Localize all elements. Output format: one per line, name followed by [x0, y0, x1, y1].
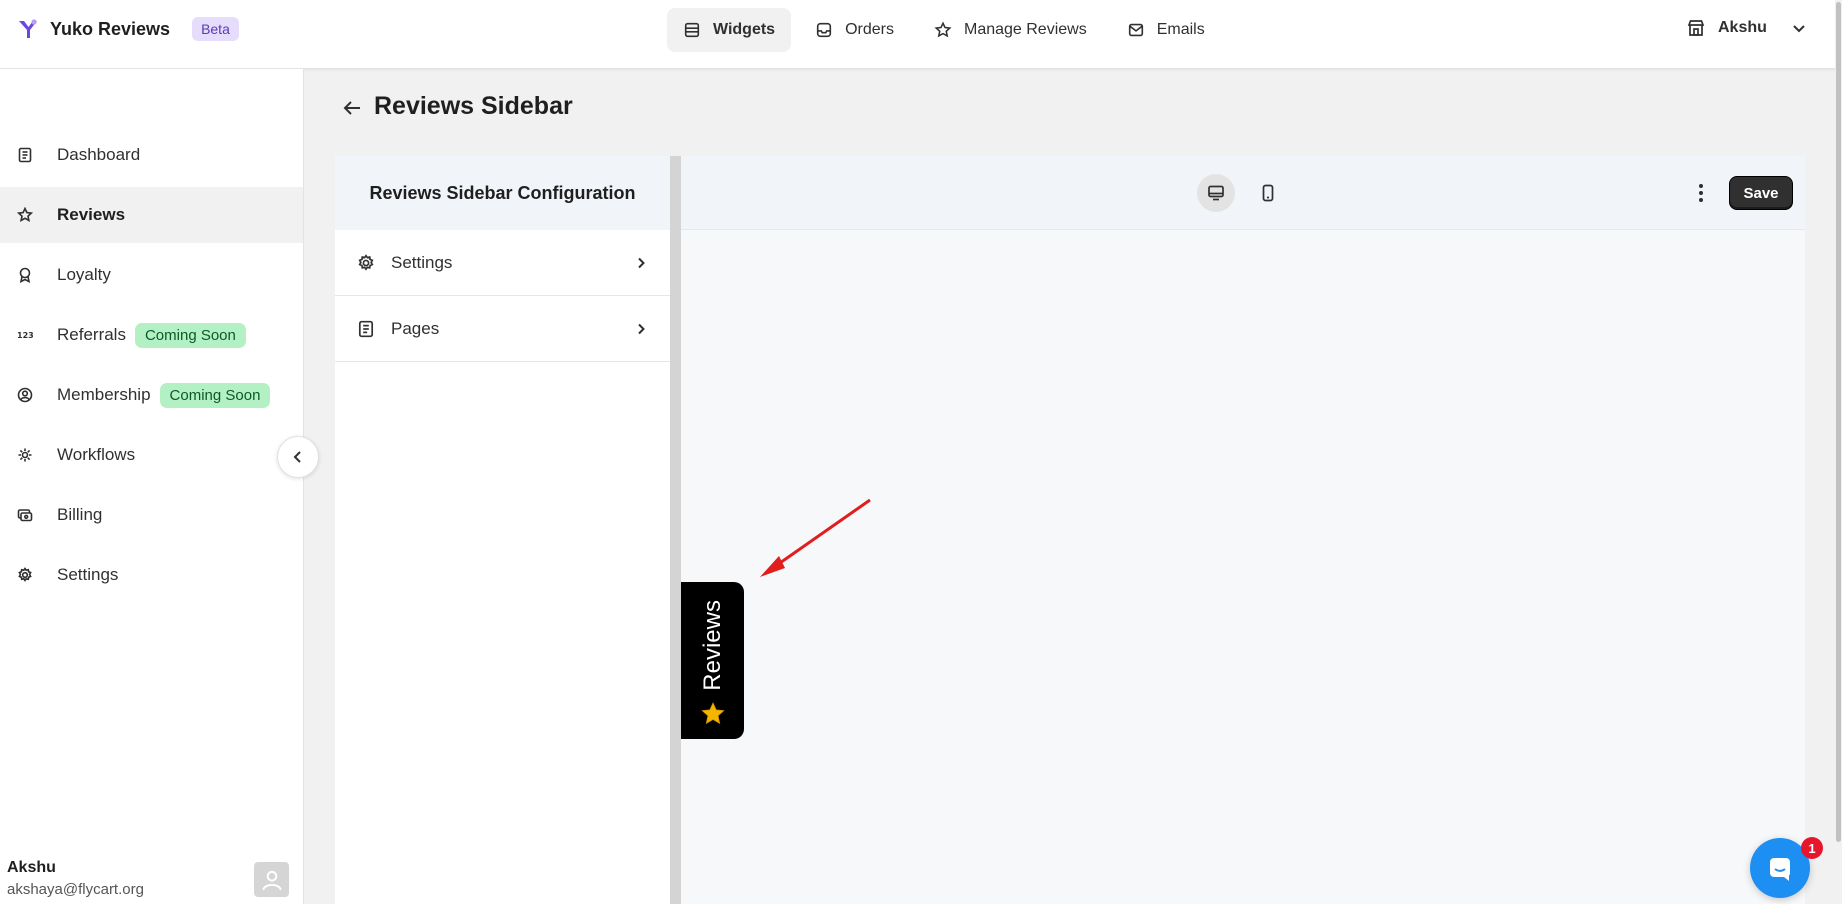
nav-emails-label: Emails [1156, 21, 1205, 38]
user-name: Akshu [7, 859, 56, 876]
sidebar-user: Akshu akshaya@flycart.org [7, 859, 144, 898]
desktop-icon [1208, 185, 1224, 201]
save-button[interactable]: Save [1729, 176, 1793, 210]
inbox-icon [816, 22, 832, 38]
sidebar-item-label: Workflows [57, 445, 136, 464]
svg-text:123: 123 [17, 331, 33, 340]
sidebar: Dashboard Reviews Loyalty 123 Referrals … [0, 69, 304, 904]
sidebar-item-reviews[interactable]: Reviews [0, 187, 303, 243]
config-title: Reviews Sidebar Configuration [335, 156, 670, 230]
store-icon [1687, 20, 1705, 36]
top-bar: Yuko Reviews Beta Widgets Orders Manage … [0, 0, 1842, 69]
mobile-view-button[interactable] [1249, 174, 1287, 212]
star-icon [700, 702, 725, 725]
sidebar-item-settings[interactable]: Settings [0, 547, 303, 603]
nav-widgets-label: Widgets [713, 21, 776, 38]
user-menu[interactable]: Akshu [1686, 18, 1809, 38]
preview-toolbar: Save [681, 156, 1805, 230]
nav-orders[interactable]: Orders [799, 8, 910, 52]
brand[interactable]: Yuko Reviews Beta [16, 17, 239, 41]
nav-manage-reviews-label: Manage Reviews [963, 21, 1087, 38]
user-icon [261, 870, 282, 890]
nav-emails[interactable]: Emails [1111, 8, 1221, 52]
config-row-pages[interactable]: Pages [335, 296, 670, 362]
nav-orders-label: Orders [845, 21, 894, 38]
annotation-arrow [760, 498, 871, 577]
panel-divider[interactable] [670, 156, 681, 904]
sidebar-item-label: Loyalty [57, 265, 111, 284]
reviews-sidebar-tab[interactable]: Reviews [681, 582, 744, 739]
nav-widgets[interactable]: Widgets [667, 8, 792, 52]
config-row-label: Pages [391, 318, 440, 338]
app-name: Yuko Reviews [50, 18, 171, 39]
sidebar-item-label: Billing [57, 505, 103, 524]
widgets-icon [684, 22, 700, 38]
avatar[interactable] [254, 862, 289, 897]
sidebar-item-label: Reviews [57, 205, 126, 224]
scrollbar-thumb[interactable] [1836, 2, 1841, 842]
nav-manage-reviews[interactable]: Manage Reviews [918, 8, 1103, 52]
chat-icon [1770, 858, 1790, 881]
sidebar-item-workflows[interactable]: Workflows [0, 427, 303, 483]
sidebar-item-label: Membership [57, 385, 151, 404]
billing-icon [17, 509, 33, 522]
mobile-icon [1262, 184, 1274, 202]
workflow-icon [18, 448, 32, 462]
sidebar-item-label: Settings [57, 565, 119, 584]
reviews-tab-label: Reviews [698, 600, 726, 691]
sidebar-item-dashboard[interactable]: Dashboard [0, 127, 303, 183]
star-icon [17, 207, 33, 223]
referrals-icon: 123 [17, 331, 33, 340]
user-email: akshaya@flycart.org [7, 881, 144, 898]
award-icon [19, 267, 31, 283]
sidebar-item-billing[interactable]: Billing [0, 487, 303, 543]
coming-soon-badge: Coming Soon [159, 382, 271, 408]
chat-notification-badge: 1 [1801, 837, 1823, 859]
page-scrollbar[interactable] [1835, 0, 1842, 904]
pages-icon [358, 320, 374, 337]
gear-icon [358, 253, 374, 271]
collapse-sidebar-button[interactable] [277, 436, 319, 478]
beta-badge: Beta [192, 17, 239, 41]
coming-soon-badge: Coming Soon [134, 322, 246, 348]
top-nav: Widgets Orders Manage Reviews Emails [667, 8, 1221, 52]
star-icon [934, 21, 952, 38]
chevron-right-icon [638, 257, 645, 268]
sidebar-item-referrals[interactable]: 123 Referrals Coming Soon [0, 307, 303, 363]
membership-icon [17, 387, 33, 403]
gear-icon [18, 567, 32, 582]
dashboard-icon [18, 147, 32, 163]
config-row-label: Settings [391, 252, 453, 272]
user-menu-label: Akshu [1718, 19, 1767, 36]
sidebar-item-loyalty[interactable]: Loyalty [0, 247, 303, 303]
sidebar-item-membership[interactable]: Membership Coming Soon [0, 367, 303, 423]
more-options-button[interactable] [1686, 178, 1716, 208]
more-vertical-icon [1699, 184, 1703, 202]
page-title: Reviews Sidebar [374, 92, 573, 120]
chevron-right-icon [638, 323, 645, 334]
yuko-logo-icon [19, 19, 37, 38]
chevron-down-icon [1793, 25, 1805, 33]
chevron-left-icon [293, 451, 301, 463]
config-row-settings[interactable]: Settings [335, 230, 670, 296]
desktop-view-button[interactable] [1197, 174, 1235, 212]
sidebar-item-label: Dashboard [57, 145, 141, 164]
sidebar-item-label: Referrals [57, 325, 126, 344]
mail-icon [1128, 23, 1143, 37]
config-panel: Reviews Sidebar Configuration Settings P… [335, 156, 670, 904]
back-arrow-icon[interactable] [340, 96, 364, 120]
